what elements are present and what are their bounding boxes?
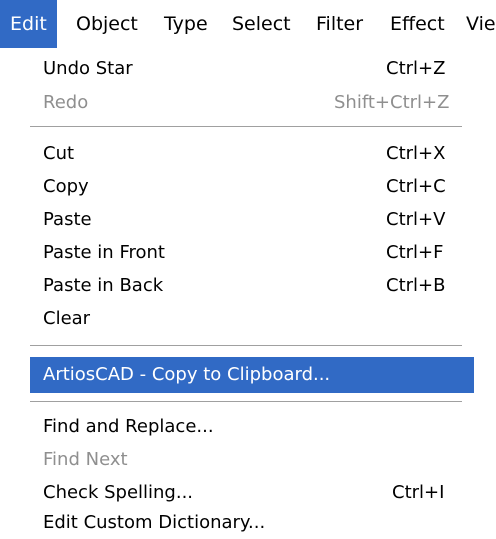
menu-item-find-next[interactable]: Find Next bbox=[30, 443, 474, 476]
menu-separator bbox=[30, 401, 462, 403]
menu-item-label: Cut bbox=[43, 143, 75, 164]
menu-item-edit-custom-dictionary[interactable]: Edit Custom Dictionary... bbox=[30, 506, 474, 539]
menu-item-check-spelling[interactable]: Check Spelling... Ctrl+I bbox=[30, 476, 474, 509]
menu-item-label: Check Spelling... bbox=[43, 482, 194, 503]
menu-item-cut[interactable]: Cut Ctrl+X bbox=[30, 137, 474, 170]
menu-separator bbox=[30, 345, 462, 347]
menu-item-label: Paste in Front bbox=[43, 242, 165, 263]
menu-separator bbox=[30, 126, 462, 128]
menu-item-label: Find and Replace... bbox=[43, 416, 214, 437]
menu-item-label: Paste in Back bbox=[43, 275, 164, 296]
menu-item-label: Copy bbox=[43, 176, 89, 197]
menu-item-label: Find Next bbox=[43, 449, 128, 470]
menu-item-shortcut: Ctrl+V bbox=[386, 209, 446, 230]
screenshot-root: Edit Object Type Select Filter Effect Vi… bbox=[0, 0, 496, 539]
menu-item-shortcut: Ctrl+I bbox=[392, 482, 445, 503]
menu-item-shortcut: Ctrl+X bbox=[386, 143, 446, 164]
menu-item-shortcut: Ctrl+C bbox=[386, 176, 446, 197]
menu-item-copy[interactable]: Copy Ctrl+C bbox=[30, 170, 474, 203]
menu-item-find-replace[interactable]: Find and Replace... bbox=[30, 410, 474, 443]
menu-item-label: Paste bbox=[43, 209, 92, 230]
menu-item-undo[interactable]: Undo Star Ctrl+Z bbox=[30, 52, 474, 85]
menu-view[interactable]: Vie bbox=[456, 0, 496, 48]
menu-item-shortcut: Shift+Ctrl+Z bbox=[334, 92, 450, 113]
menu-item-shortcut: Ctrl+F bbox=[386, 242, 444, 263]
menu-item-label: Clear bbox=[43, 308, 91, 329]
menu-filter[interactable]: Filter bbox=[306, 0, 373, 48]
menu-item-artioscad-copy[interactable]: ArtiosCAD - Copy to Clipboard... bbox=[30, 357, 474, 393]
menu-item-paste-in-front[interactable]: Paste in Front Ctrl+F bbox=[30, 236, 474, 269]
menu-item-paste-in-back[interactable]: Paste in Back Ctrl+B bbox=[30, 269, 474, 302]
edit-menu-dropdown: Undo Star Ctrl+Z Redo Shift+Ctrl+Z Cut C… bbox=[0, 48, 496, 539]
menu-effect[interactable]: Effect bbox=[380, 0, 455, 48]
menu-type[interactable]: Type bbox=[154, 0, 218, 48]
menu-item-label: ArtiosCAD - Copy to Clipboard... bbox=[43, 364, 331, 385]
menu-item-label: Edit Custom Dictionary... bbox=[43, 512, 266, 533]
menu-select[interactable]: Select bbox=[222, 0, 301, 48]
menu-object[interactable]: Object bbox=[66, 0, 148, 48]
menu-item-shortcut: Ctrl+Z bbox=[386, 58, 446, 79]
menu-item-shortcut: Ctrl+B bbox=[386, 275, 446, 296]
menu-item-label: Undo Star bbox=[43, 58, 133, 79]
menu-item-paste[interactable]: Paste Ctrl+V bbox=[30, 203, 474, 236]
menu-item-redo[interactable]: Redo Shift+Ctrl+Z bbox=[30, 86, 474, 119]
menu-edit[interactable]: Edit bbox=[0, 0, 57, 48]
menu-item-label: Redo bbox=[43, 92, 89, 113]
menu-item-clear[interactable]: Clear bbox=[30, 302, 474, 335]
menu-bar: Edit Object Type Select Filter Effect Vi… bbox=[0, 0, 496, 48]
